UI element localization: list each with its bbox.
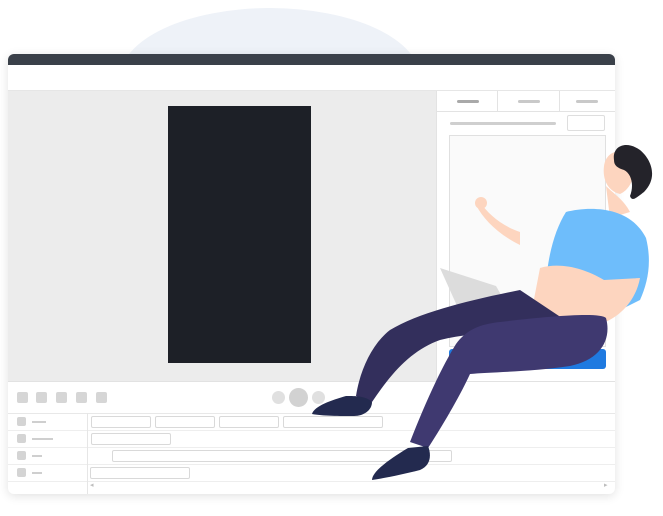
track-icon bbox=[17, 434, 26, 443]
previous-dot-icon[interactable] bbox=[272, 391, 285, 404]
track-header[interactable] bbox=[8, 447, 87, 465]
top-toolbar bbox=[8, 65, 615, 91]
track-header[interactable] bbox=[8, 464, 87, 482]
tab-label-placeholder bbox=[576, 100, 598, 103]
track-header[interactable] bbox=[8, 413, 87, 431]
scroll-left-icon[interactable]: ◂ bbox=[90, 482, 94, 489]
panel-tab-2[interactable] bbox=[497, 91, 560, 111]
control-icon[interactable] bbox=[76, 392, 87, 403]
track-icon bbox=[17, 468, 26, 477]
panel-small-input[interactable] bbox=[567, 115, 605, 131]
track-icon bbox=[17, 451, 26, 460]
tab-label-placeholder bbox=[518, 100, 540, 103]
panel-tabs bbox=[437, 91, 615, 112]
person-illustration bbox=[312, 145, 653, 480]
track-label-placeholder bbox=[32, 472, 42, 474]
panel-tab-1[interactable] bbox=[437, 91, 498, 111]
control-icon[interactable] bbox=[96, 392, 107, 403]
track-icon bbox=[17, 417, 26, 426]
front-shoe bbox=[372, 446, 430, 480]
track-label-placeholder bbox=[32, 438, 53, 440]
track-header[interactable] bbox=[8, 430, 87, 448]
control-icon[interactable] bbox=[17, 392, 28, 403]
control-icon[interactable] bbox=[56, 392, 67, 403]
track-label-placeholder bbox=[32, 455, 42, 457]
timeline-clip[interactable] bbox=[219, 416, 279, 428]
track-headers bbox=[8, 413, 88, 494]
timeline-clip[interactable] bbox=[91, 416, 151, 428]
timeline-clip[interactable] bbox=[155, 416, 215, 428]
tab-label-placeholder bbox=[457, 100, 479, 103]
panel-tab-3[interactable] bbox=[559, 91, 615, 111]
back-shoe bbox=[312, 396, 372, 416]
timeline-clip[interactable] bbox=[91, 433, 171, 445]
control-icon[interactable] bbox=[36, 392, 47, 403]
window-titlebar bbox=[8, 54, 615, 65]
hand bbox=[475, 197, 487, 209]
track-label-placeholder bbox=[32, 421, 46, 423]
timeline-clip[interactable] bbox=[90, 467, 190, 479]
panel-label-placeholder bbox=[450, 122, 556, 125]
